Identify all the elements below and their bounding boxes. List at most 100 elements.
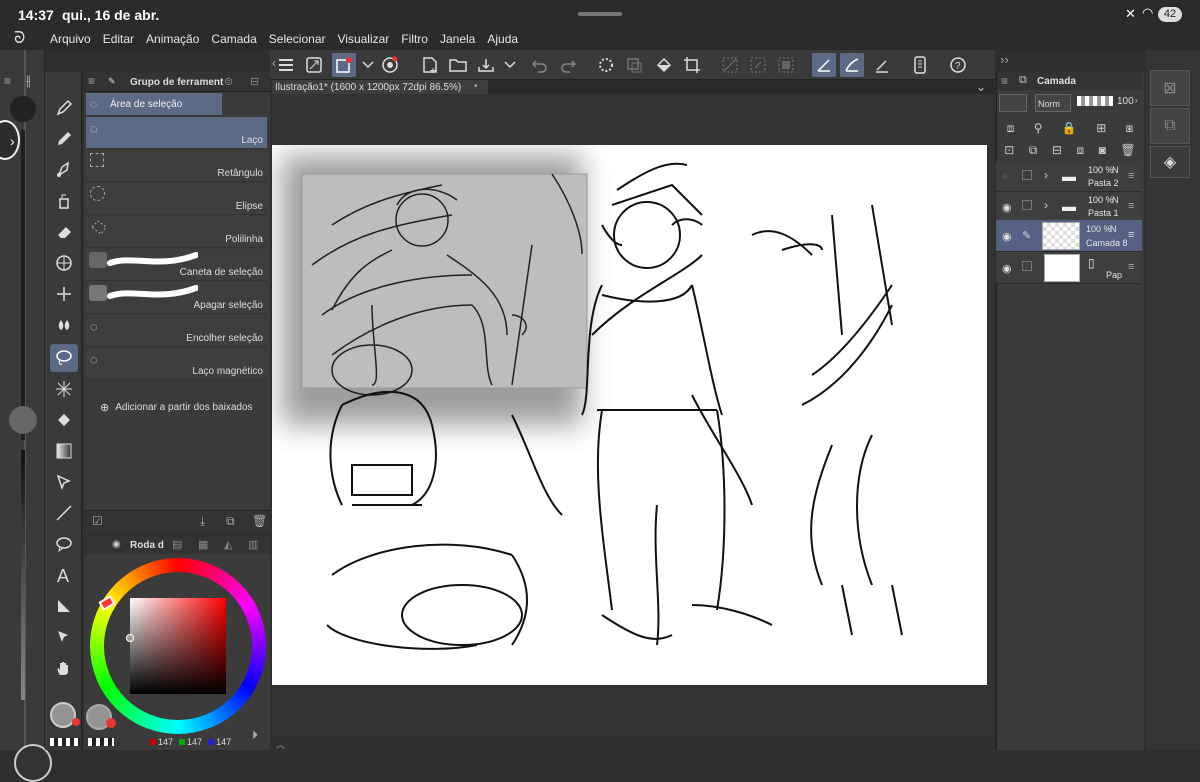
decoration-tool-icon[interactable]	[50, 249, 78, 277]
transparent-color-icon[interactable]	[88, 738, 114, 746]
operation-tool-icon[interactable]	[50, 468, 78, 496]
opacity-slider[interactable]	[1077, 96, 1113, 106]
intermediate-color-tab-icon[interactable]: ▥	[248, 538, 258, 551]
menu-arquivo[interactable]: Arquivo	[50, 32, 91, 46]
new-vector-layer-icon[interactable]: ⧉	[1029, 143, 1038, 158]
layer-mask-icon[interactable]: ◙	[1099, 143, 1106, 157]
visibility-off-icon[interactable]: ○	[1002, 171, 1008, 182]
airbrush-tool-icon[interactable]	[50, 187, 78, 215]
app-logo-icon[interactable]: ᘐ	[14, 30, 25, 48]
sub-tool-laco-magnetico[interactable]: ◌ Laço magnético	[86, 348, 267, 380]
sub-tool-elipse[interactable]: Elipse	[86, 183, 267, 215]
pen-tool-icon[interactable]	[50, 94, 78, 122]
snap-grid-icon[interactable]	[870, 53, 894, 77]
swap-colors-icon[interactable]: ⏵	[252, 728, 258, 743]
fill-tool-icon[interactable]	[50, 406, 78, 434]
balloon-tool-icon[interactable]	[50, 530, 78, 558]
layer-row-selected[interactable]: ◉ ✎ 100 % N Camada 8 ≡	[996, 220, 1142, 252]
clear-selection-icon[interactable]	[718, 53, 742, 77]
menu-editar[interactable]: Editar	[103, 32, 134, 46]
checkbox-icon[interactable]: ☑	[92, 514, 103, 528]
lock-alpha-icon[interactable]: ⊞	[1096, 121, 1106, 135]
chevron-right-icon[interactable]: ›	[1135, 96, 1138, 105]
frame-tool-icon[interactable]	[50, 592, 78, 620]
layer-property-icon[interactable]: ⧉	[1150, 108, 1190, 144]
sub-tool-retangulo[interactable]: Retângulo	[86, 150, 267, 182]
duplicate-icon[interactable]: ⧉	[226, 514, 235, 529]
visibility-icon[interactable]: ◉	[1002, 201, 1012, 214]
menu-animacao[interactable]: Animação	[146, 32, 199, 46]
trash-icon[interactable]: 🗑	[252, 514, 267, 528]
menu-filtro[interactable]: Filtro	[401, 32, 428, 46]
download-icon[interactable]: ⤓	[200, 514, 205, 529]
lock-icon[interactable]: 🔒	[1062, 121, 1077, 135]
lasso-tool-icon[interactable]	[50, 344, 78, 372]
add-downloaded-button[interactable]: ⊕ Adicionar a partir dos baixados	[100, 400, 253, 414]
canvas-document[interactable]	[272, 145, 987, 685]
merge-icon[interactable]: ⧈	[1077, 143, 1085, 158]
layer-link-icon[interactable]: ⊜	[224, 75, 233, 88]
layer-row[interactable]: ◉ ▯ Pap ≡	[996, 252, 1142, 284]
clip-icon[interactable]: ⧈	[1007, 121, 1015, 136]
layer-menu-icon[interactable]: ≡	[1128, 200, 1134, 212]
sub-tool-polilinha[interactable]: Polilinha	[86, 216, 267, 248]
menu-camada[interactable]: Camada	[211, 32, 256, 46]
chevron-right-icon[interactable]: ›	[1044, 198, 1048, 212]
opacity-slider[interactable]	[21, 450, 25, 700]
visibility-icon[interactable]: ◉	[1002, 262, 1012, 275]
visibility-icon[interactable]: ◉	[1002, 230, 1012, 243]
gradient-tool-icon[interactable]	[50, 437, 78, 465]
layer-menu-icon[interactable]: ≡	[1128, 229, 1134, 241]
crop-icon[interactable]	[680, 53, 704, 77]
chevron-down-icon[interactable]	[356, 53, 380, 77]
help-icon[interactable]: ?	[946, 53, 970, 77]
transform-icon[interactable]	[622, 53, 646, 77]
group-tab[interactable]: ◌ Área de seleção	[86, 93, 222, 115]
tab-dot-icon[interactable]: •	[474, 81, 478, 92]
object-tool-icon[interactable]	[50, 623, 78, 651]
transparent-color-icon[interactable]	[50, 738, 80, 746]
expand-up-icon[interactable]: ︽	[276, 738, 285, 751]
auto-select-tool-icon[interactable]	[50, 375, 78, 403]
undo-icon[interactable]	[528, 53, 552, 77]
sub-tool-laco[interactable]: ◌ Laço	[86, 117, 267, 149]
chevron-down-icon[interactable]	[498, 53, 522, 77]
chevron-right-icon[interactable]: ›	[1044, 168, 1048, 182]
menu-icon[interactable]	[274, 53, 298, 77]
text-tool-icon[interactable]: A	[50, 561, 78, 589]
open-folder-icon[interactable]	[446, 53, 470, 77]
new-folder-icon[interactable]: ⊟	[1052, 143, 1062, 157]
color-history-tab-icon[interactable]: ▦	[198, 538, 208, 551]
layer-row[interactable]: ◉ › ▬ 100 % N Pasta 1 ≡	[996, 192, 1142, 222]
pencil-tool-icon[interactable]	[50, 125, 78, 153]
layers-panel-icon[interactable]: ◈	[1150, 146, 1190, 178]
layer-color-dropdown[interactable]	[999, 94, 1027, 112]
multitask-handle[interactable]	[578, 12, 622, 16]
snap-special-icon[interactable]	[840, 53, 864, 77]
layer-checkbox[interactable]	[1022, 261, 1032, 271]
menu-ajuda[interactable]: Ajuda	[487, 32, 518, 46]
layer-menu-icon[interactable]: ≡	[1128, 261, 1134, 273]
loading-icon[interactable]	[594, 53, 618, 77]
new-canvas-icon[interactable]	[418, 53, 442, 77]
sub-tool-encolher-selecao[interactable]: ◌ Encolher seleção	[86, 315, 267, 347]
collapse-left-icon[interactable]: ››	[1000, 52, 1009, 67]
reference-icon[interactable]: ⚲	[1034, 121, 1043, 135]
blend-mode-dropdown[interactable]: Norm	[1035, 94, 1071, 112]
layer-menu-icon[interactable]: ≡	[1128, 170, 1134, 182]
mask-icon[interactable]: ⧆	[1126, 121, 1134, 136]
color-picker-handle[interactable]	[126, 634, 134, 642]
sparkle-tool-icon[interactable]	[50, 280, 78, 308]
expand-selection-icon[interactable]	[774, 53, 798, 77]
menu-janela[interactable]: Janela	[440, 32, 475, 46]
saturation-value-square[interactable]	[130, 598, 226, 694]
menu-visualizar[interactable]: Visualizar	[337, 32, 389, 46]
settings-icon[interactable]: ⊟	[250, 75, 259, 88]
redo-icon[interactable]	[556, 53, 580, 77]
ink-tool-icon[interactable]	[50, 156, 78, 184]
chevron-down-icon[interactable]: ⌄	[976, 80, 986, 94]
sub-tool-apagar-selecao[interactable]: Apagar seleção	[86, 282, 267, 314]
ruler-snap-icon[interactable]	[812, 53, 836, 77]
hand-tool-icon[interactable]	[50, 654, 78, 682]
canvas-fit-icon[interactable]	[302, 53, 326, 77]
